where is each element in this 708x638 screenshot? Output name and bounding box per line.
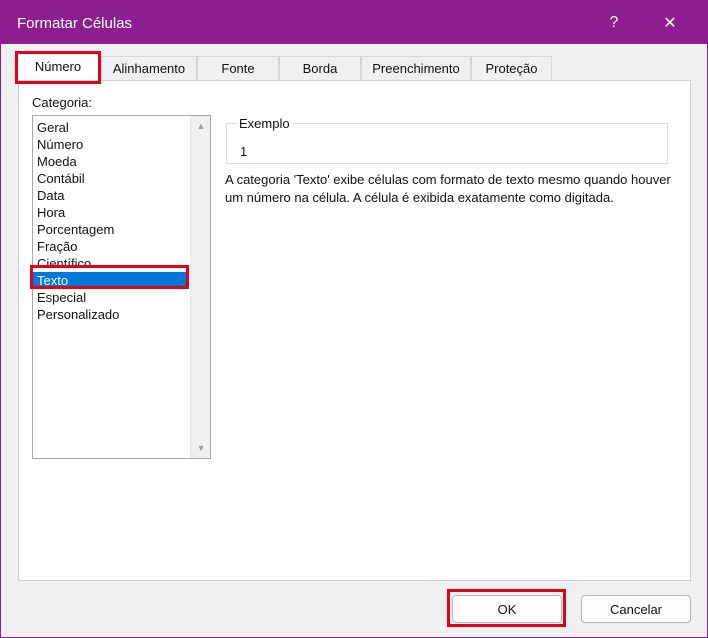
scroll-up-icon[interactable]: ▲ — [191, 116, 211, 136]
tab-fonte[interactable]: Fonte — [197, 56, 279, 80]
tab-label: Número — [34, 59, 82, 74]
category-item-texto[interactable]: Texto — [33, 272, 189, 289]
category-item-especial[interactable]: Especial — [33, 289, 189, 306]
close-icon: ✕ — [663, 15, 677, 32]
category-description: A categoria 'Texto' exibe células com fo… — [225, 172, 671, 205]
category-item-personalizado[interactable]: Personalizado — [33, 306, 189, 323]
category-list: Geral Número Moeda Contábil Data Hora Po… — [33, 119, 189, 323]
tab-label: Fonte — [221, 61, 255, 76]
category-item-data[interactable]: Data — [33, 187, 189, 204]
category-item-geral[interactable]: Geral — [33, 119, 189, 136]
cancel-button[interactable]: Cancelar — [581, 595, 691, 623]
sample-value: 1 — [240, 144, 248, 159]
tab-preenchimento[interactable]: Preenchimento — [361, 56, 471, 80]
tab-numero[interactable]: Número — [15, 51, 101, 81]
category-item-porcentagem[interactable]: Porcentagem — [33, 221, 189, 238]
tab-label: Alinhamento — [112, 61, 186, 76]
tab-borda[interactable]: Borda — [279, 56, 361, 80]
dialog-title: Formatar Células — [17, 15, 133, 32]
scroll-down-icon[interactable]: ▼ — [191, 438, 211, 458]
tab-label: Preenchimento — [372, 61, 460, 76]
category-scrollbar[interactable]: ▲ ▼ — [190, 116, 210, 458]
category-item-cientifico[interactable]: Científico — [33, 255, 189, 272]
sample-group: Exemplo 1 — [226, 116, 668, 164]
sample-legend: Exemplo — [236, 116, 293, 131]
tab-strip: Número Alinhamento Fonte Borda Preenchim… — [1, 44, 707, 81]
tab-label: Proteção — [485, 61, 538, 76]
tab-alinhamento[interactable]: Alinhamento — [101, 56, 197, 80]
category-item-hora[interactable]: Hora — [33, 204, 189, 221]
ok-button[interactable]: OK — [452, 595, 562, 623]
category-item-fracao[interactable]: Fração — [33, 238, 189, 255]
tab-label: Borda — [302, 61, 338, 76]
category-item-contabil[interactable]: Contábil — [33, 170, 189, 187]
category-item-numero[interactable]: Número — [33, 136, 189, 153]
title-bar: Formatar Células ? ✕ — [1, 1, 707, 44]
category-listbox[interactable]: Geral Número Moeda Contábil Data Hora Po… — [32, 115, 211, 459]
help-button[interactable]: ? — [591, 7, 637, 39]
close-button[interactable]: ✕ — [647, 7, 693, 39]
format-cells-dialog: Formatar Células ? ✕ Número Alinhamento … — [0, 0, 708, 638]
category-label: Categoria: — [32, 95, 92, 110]
tab-protecao[interactable]: Proteção — [471, 56, 552, 80]
tab-panel-numero: Categoria: Geral Número Moeda Contábil D… — [18, 80, 691, 581]
category-item-moeda[interactable]: Moeda — [33, 153, 189, 170]
help-icon: ? — [609, 14, 619, 31]
